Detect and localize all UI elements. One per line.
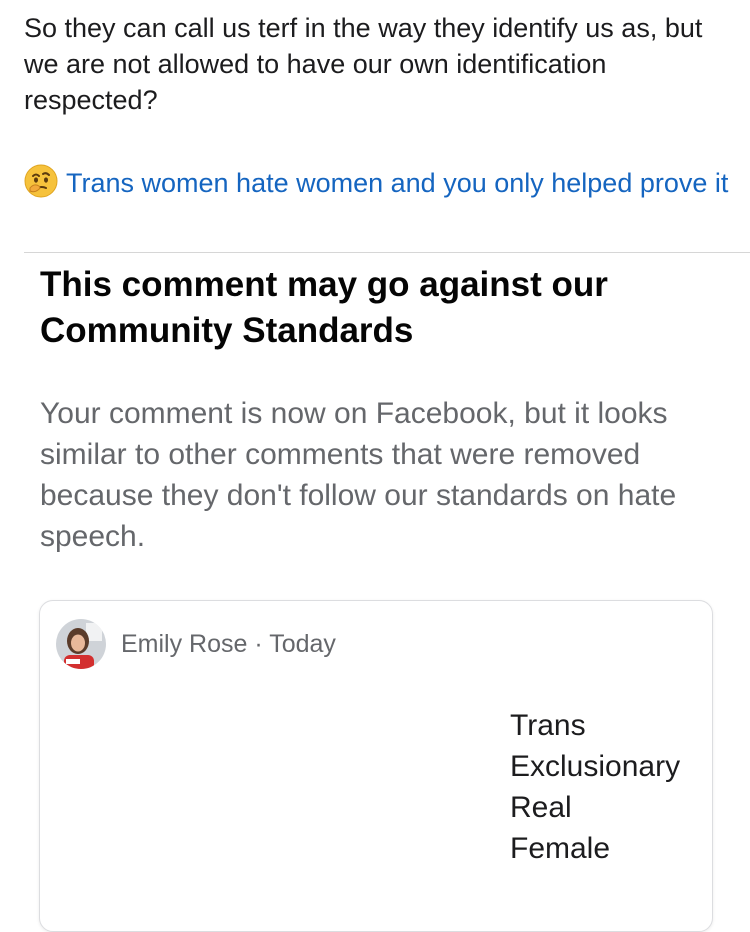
comment-line: Real [510,791,572,824]
post-text: So they can call us terf in the way they… [24,13,703,115]
avatar [56,619,106,669]
comment-line: Exclusionary [510,750,681,783]
comment-author[interactable]: Emily Rose [121,630,247,658]
warning-title: This comment may go against our Communit… [40,265,608,350]
comment-meta: Emily Rose · Today [121,629,336,659]
comment-line: Trans [510,709,586,742]
post-section: So they can call us terf in the way they… [0,0,750,252]
reply-text: Trans women hate women and you only help… [66,168,729,198]
reply-comment[interactable]: Trans women hate women and you only help… [24,163,734,209]
thinking-face-emoji-icon [24,164,58,209]
comment-time: Today [269,630,336,658]
meta-separator: · [254,630,263,658]
warning-body: Your comment is now on Facebook, but it … [40,397,677,553]
comment-line: Female [510,832,611,865]
comment-text-lines: Trans Exclusionary Real Female [510,705,698,869]
section-divider [24,252,750,253]
comment-preview-card: Emily Rose · Today Trans Exclusionary Re… [39,600,713,932]
